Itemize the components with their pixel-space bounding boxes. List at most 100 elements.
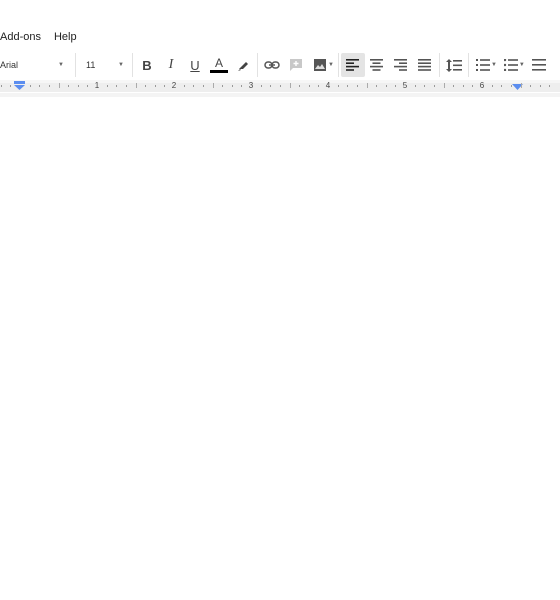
highlight-button[interactable] [231,53,255,77]
ruler-tick [68,85,70,87]
ruler-tick [501,85,503,87]
document-page[interactable] [0,97,560,600]
menu-bar: Add-ons Help [0,28,90,46]
ruler-tick [462,85,464,87]
align-justify-button[interactable] [413,53,437,77]
ruler-tick [202,85,204,87]
bulleted-list-button[interactable] [499,53,523,77]
ruler-tick [510,85,512,87]
align-center-icon [370,59,384,71]
ruler-tick [87,85,89,87]
ruler-tick [116,85,118,87]
ruler-tick [453,85,455,87]
align-left-button[interactable] [340,53,365,77]
ruler[interactable]: 1 2 3 4 5 6 [0,80,560,92]
ruler-tick [289,83,291,88]
italic-button[interactable]: I [159,53,183,77]
add-comment-button[interactable] [284,53,308,77]
ruler-tick [472,85,474,87]
left-indent-marker-icon[interactable] [14,81,25,91]
ruler-number: 5 [402,81,408,90]
highlight-icon [238,62,248,71]
menu-help[interactable]: Help [54,30,77,44]
ruler-number: 2 [171,81,177,90]
link-icon [264,61,280,69]
formatting-toolbar: Arial ▼ 11 ▼ B I U A ▼ ▼ ▼ [0,52,560,78]
ruler-tick [29,85,31,87]
toolbar-divider [132,53,133,77]
ruler-tick [154,85,156,87]
ruler-tick [491,85,493,87]
ruler-tick [106,85,108,87]
ruler-tick [356,85,358,87]
align-justify-icon [418,59,432,71]
ruler-tick [231,85,233,87]
bold-button[interactable]: B [135,53,159,77]
toolbar-divider [257,53,258,77]
text-color-button[interactable]: A [207,53,231,77]
ruler-tick [164,85,166,87]
ruler-tick [308,85,310,87]
ruler-tick [443,83,445,88]
ruler-tick [0,85,2,87]
italic-icon: I [168,57,174,72]
ruler-tick [260,85,262,87]
align-center-button[interactable] [365,53,389,77]
ruler-tick [539,85,541,87]
ruler-tick [530,85,532,87]
toolbar-divider [438,53,440,77]
chevron-down-icon: ▼ [58,62,64,68]
ruler-tick [337,85,339,87]
numbered-list-icon [475,59,490,71]
ruler-tick [241,85,243,87]
bold-icon: B [142,57,152,73]
underline-button[interactable]: U [183,53,207,77]
underline-icon: U [190,57,200,73]
ruler-tick [395,85,397,87]
ruler-tick [183,85,185,87]
insert-image-icon [314,59,326,71]
decrease-indent-button[interactable] [527,53,551,77]
ruler-tick [77,85,79,87]
ruler-tick [10,85,12,87]
font-family-value: Arial [0,60,19,70]
ruler-tick [48,85,50,87]
ruler-tick [279,85,281,87]
menu-addons[interactable]: Add-ons [0,30,41,44]
align-left-icon [346,59,360,71]
chevron-down-icon: ▼ [118,62,124,68]
toolbar-divider [337,53,339,77]
font-size-select[interactable]: 11 ▼ [76,53,130,77]
ruler-tick [385,85,387,87]
ruler-number: 6 [479,81,485,90]
ruler-tick [433,85,435,87]
insert-link-button[interactable] [260,53,284,77]
align-right-icon [394,59,408,71]
ruler-tick [39,85,41,87]
ruler-number: 3 [248,81,254,90]
ruler-tick [193,85,195,87]
ruler-tick [414,85,416,87]
ruler-number: 1 [94,81,100,90]
align-right-button[interactable] [389,53,413,77]
insert-image-button[interactable] [308,53,332,77]
ruler-tick [222,85,224,87]
font-family-select[interactable]: Arial ▼ [0,53,72,77]
ruler-tick [520,83,522,88]
ruler-tick [299,85,301,87]
ruler-tick [366,83,368,88]
line-spacing-icon [445,58,462,72]
ruler-tick [347,85,349,87]
ruler-tick [135,83,137,88]
ruler-tick [58,83,60,88]
bulleted-list-icon [503,59,518,71]
ruler-tick [270,85,272,87]
text-color-icon: A [214,56,223,70]
ruler-tick [125,85,127,87]
add-comment-icon [290,59,302,71]
line-spacing-button[interactable] [442,53,466,77]
ruler-number: 4 [325,81,331,90]
numbered-list-button[interactable] [471,53,495,77]
decrease-indent-icon [531,59,546,71]
text-color-swatch [210,70,228,73]
